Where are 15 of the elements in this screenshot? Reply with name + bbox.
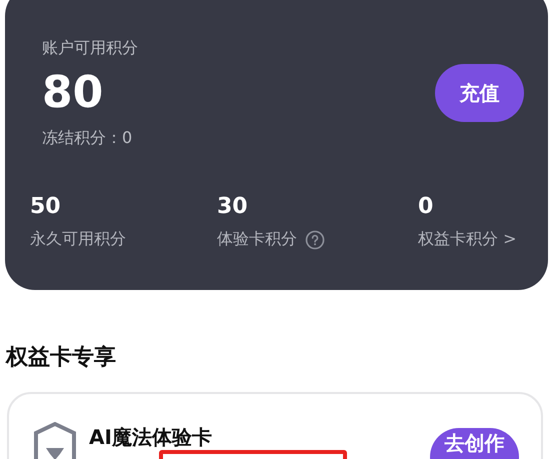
balance-label: 账户可用积分 bbox=[42, 38, 138, 59]
stat-label: 永久可用积分 bbox=[30, 229, 126, 250]
frozen-points: 冻结积分：0 bbox=[42, 128, 134, 149]
help-icon[interactable] bbox=[305, 230, 325, 250]
create-button[interactable]: 去创作 bbox=[430, 428, 519, 459]
stat-link[interactable]: 权益卡积分 > bbox=[418, 229, 516, 250]
recharge-button[interactable]: 充值 bbox=[435, 64, 524, 122]
stat-value: 50 bbox=[30, 194, 62, 219]
card-title: AI魔法体验卡 bbox=[89, 424, 213, 451]
shield-icon bbox=[33, 422, 77, 459]
stat-value: 30 bbox=[217, 194, 249, 219]
balance-value: 80 bbox=[42, 67, 104, 120]
stat-label: 体验卡积分 bbox=[217, 229, 297, 250]
section-title: 权益卡专享 bbox=[6, 344, 117, 372]
stat-value: 0 bbox=[418, 194, 434, 219]
